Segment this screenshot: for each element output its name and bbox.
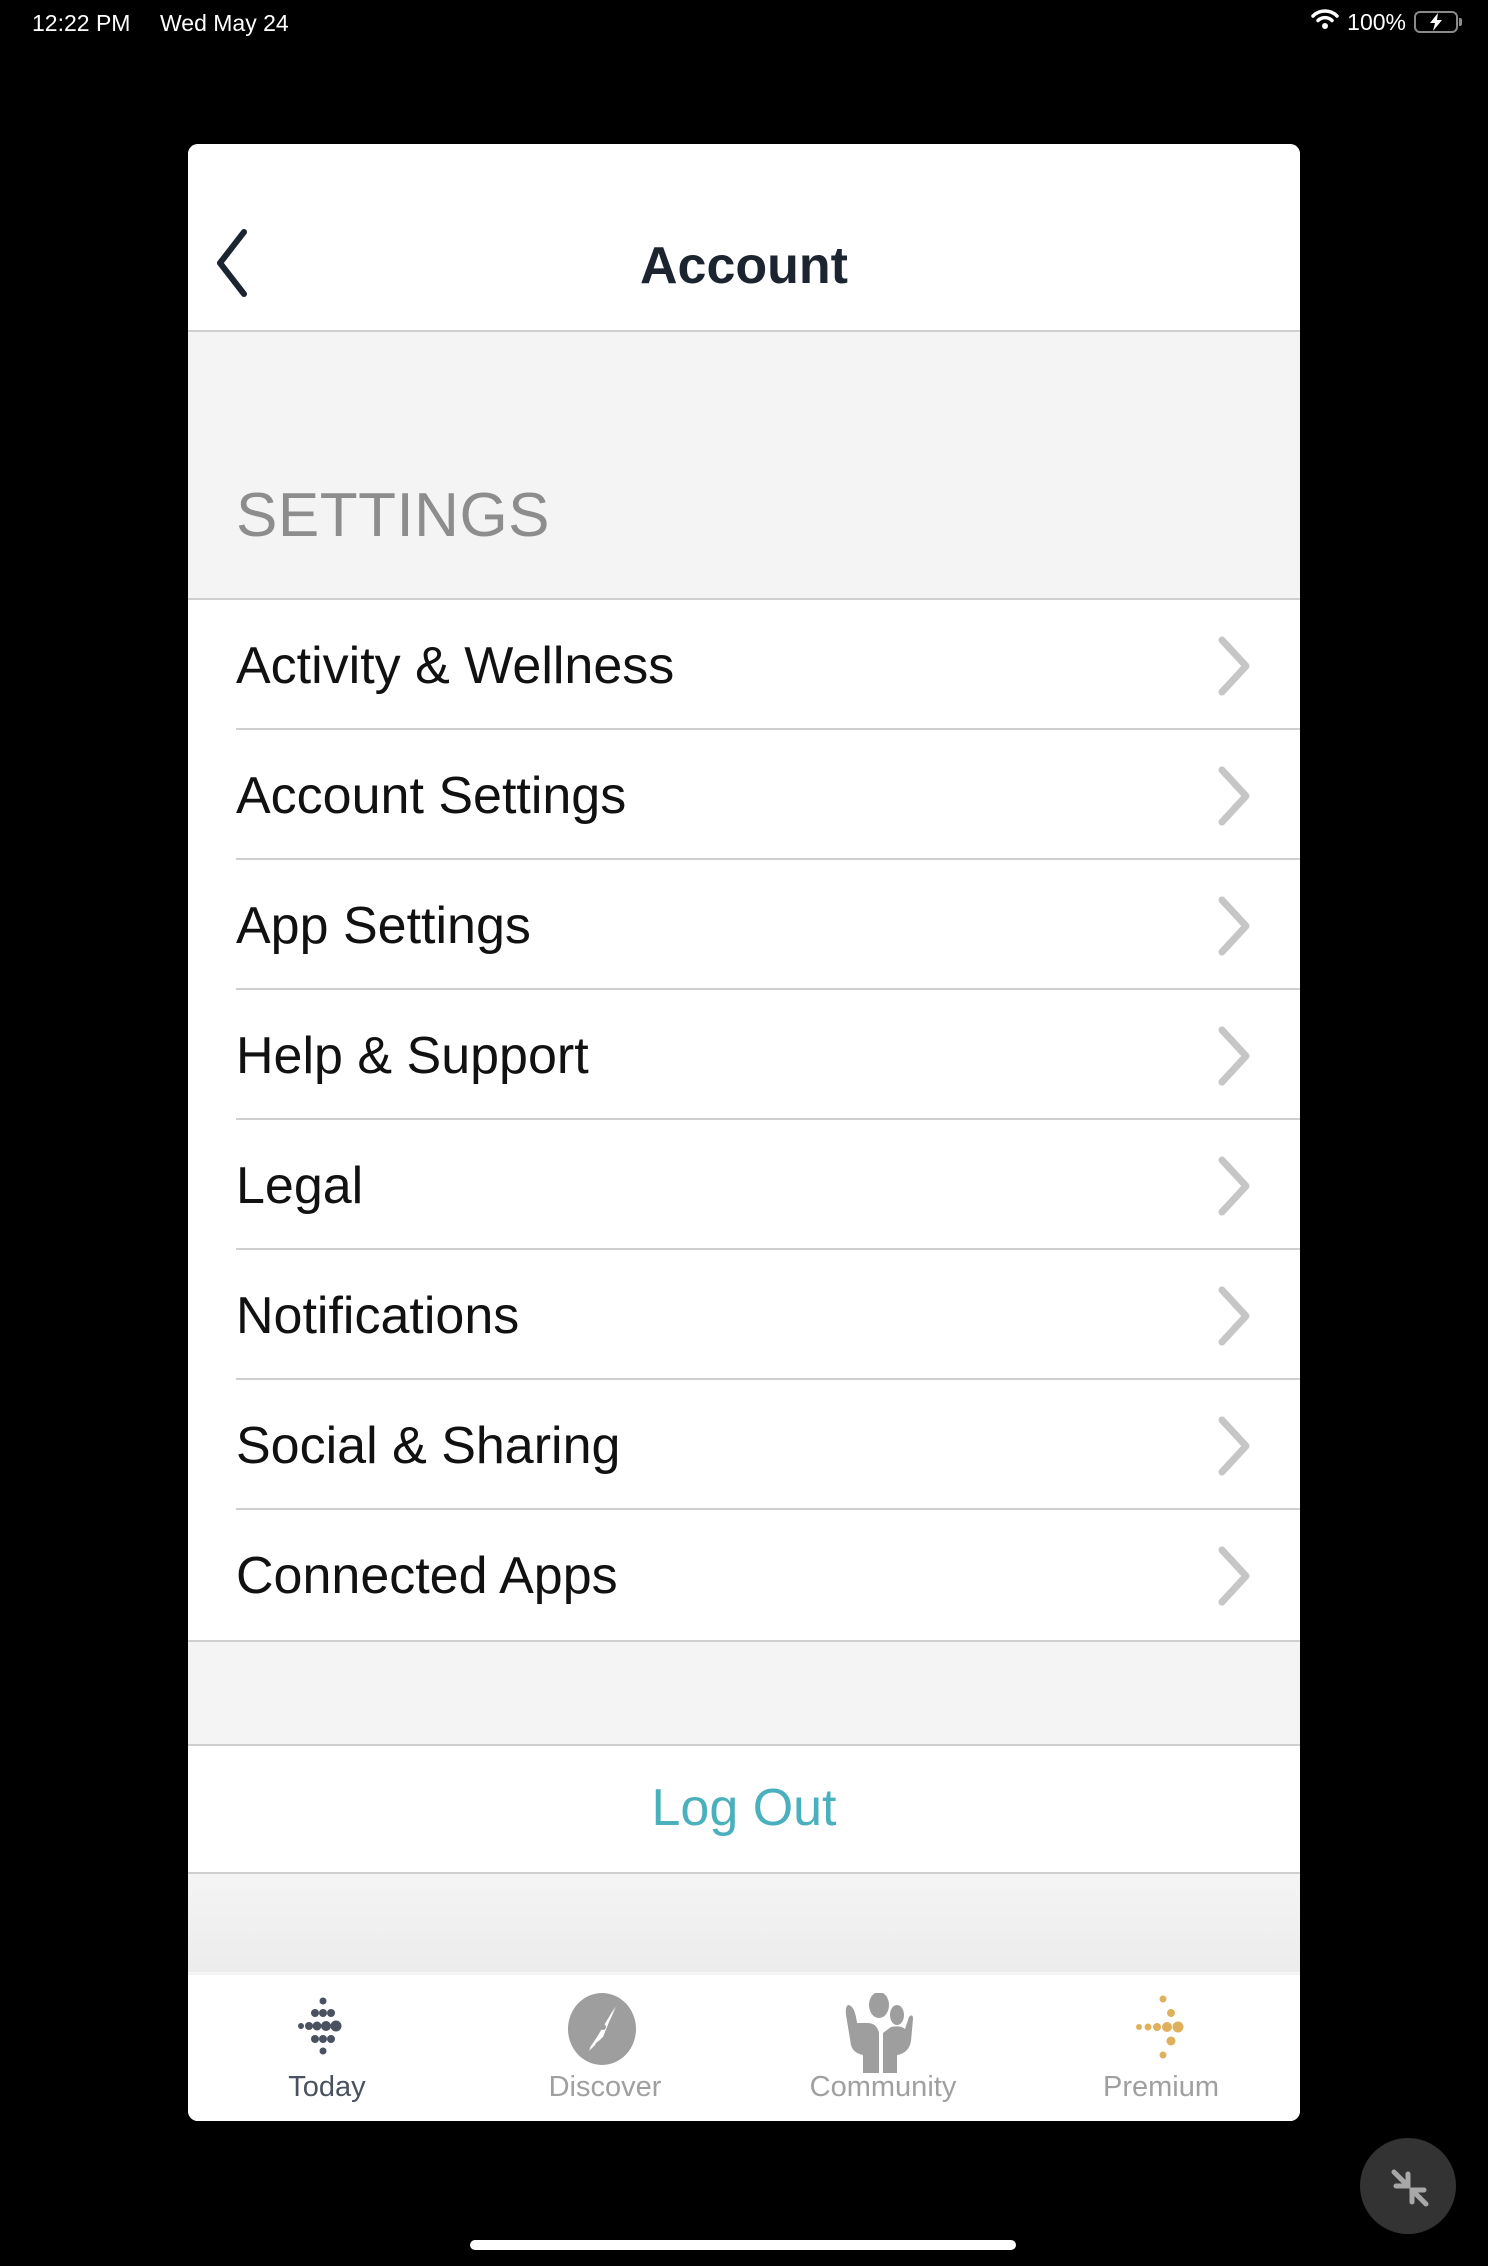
battery-charging-icon — [1414, 11, 1462, 33]
log-out-label: Log Out — [651, 1779, 837, 1837]
collapse-window-button[interactable] — [1360, 2138, 1456, 2234]
chevron-right-icon — [1218, 1416, 1250, 1476]
settings-row[interactable]: Connected Apps — [188, 1510, 1300, 1640]
account-sheet: Account SETTINGS Activity & Wellness Acco… — [188, 144, 1300, 2121]
tab-bar: Today Discover Community Premium — [188, 1975, 1300, 2121]
page-title: Account — [640, 237, 848, 295]
settings-row-label: Activity & Wellness — [236, 637, 675, 695]
wifi-icon — [1311, 8, 1339, 36]
home-indicator[interactable] — [470, 2240, 1016, 2250]
nav-bar: Account — [188, 144, 1300, 332]
settings-row[interactable]: Social & Sharing — [188, 1380, 1300, 1510]
chevron-right-icon — [1218, 896, 1250, 956]
settings-row[interactable]: Legal — [188, 1120, 1300, 1250]
settings-row-label: Help & Support — [236, 1027, 589, 1085]
content-bottom-area — [188, 1874, 1300, 1972]
battery-percent: 100% — [1347, 8, 1406, 35]
settings-row-label: Notifications — [236, 1287, 520, 1345]
fitbit-dots-icon — [298, 1997, 342, 2055]
tab-today[interactable]: Today — [188, 1975, 466, 2121]
settings-row-label: App Settings — [236, 897, 531, 955]
compass-icon — [568, 1993, 636, 2065]
status-date: Wed May 24 — [160, 10, 289, 36]
status-bar: 12:22 PM Wed May 24 100% — [0, 0, 1488, 48]
settings-row[interactable]: Help & Support — [188, 990, 1300, 1120]
settings-section-header: SETTINGS — [188, 332, 1300, 600]
spacer — [188, 1642, 1300, 1746]
chevron-right-icon — [1218, 636, 1250, 696]
settings-row[interactable]: Activity & Wellness — [188, 600, 1300, 730]
tab-label: Today — [288, 2071, 366, 2103]
premium-dots-icon — [1136, 1995, 1184, 2059]
status-time: 12:22 PM — [32, 10, 131, 36]
settings-row-label: Connected Apps — [236, 1547, 618, 1605]
tab-label: Community — [809, 2071, 957, 2103]
chevron-right-icon — [1218, 1026, 1250, 1086]
collapse-arrows-icon — [1391, 2169, 1429, 2207]
settings-row[interactable]: Account Settings — [188, 730, 1300, 860]
community-people-icon — [845, 1993, 913, 2073]
settings-list: Activity & Wellness Account Settings App S… — [188, 600, 1300, 1642]
tab-discover[interactable]: Discover — [466, 1975, 744, 2121]
settings-row-label: Legal — [236, 1157, 364, 1215]
settings-row[interactable]: Notifications — [188, 1250, 1300, 1380]
tab-label: Premium — [1102, 2071, 1219, 2103]
settings-row-label: Social & Sharing — [236, 1417, 621, 1475]
tab-label: Discover — [548, 2071, 662, 2103]
settings-row[interactable]: App Settings — [188, 860, 1300, 990]
chevron-right-icon — [1218, 1156, 1250, 1216]
chevron-right-icon — [1218, 766, 1250, 826]
tab-premium[interactable]: Premium — [1022, 1975, 1300, 2121]
chevron-right-icon — [1218, 1286, 1250, 1346]
status-right: 100% — [1311, 8, 1462, 36]
chevron-right-icon — [1218, 1546, 1250, 1606]
log-out-button[interactable]: Log Out — [188, 1746, 1300, 1874]
tab-community[interactable]: Community — [744, 1975, 1022, 2121]
settings-row-label: Account Settings — [236, 767, 627, 825]
section-label: SETTINGS — [236, 481, 551, 550]
